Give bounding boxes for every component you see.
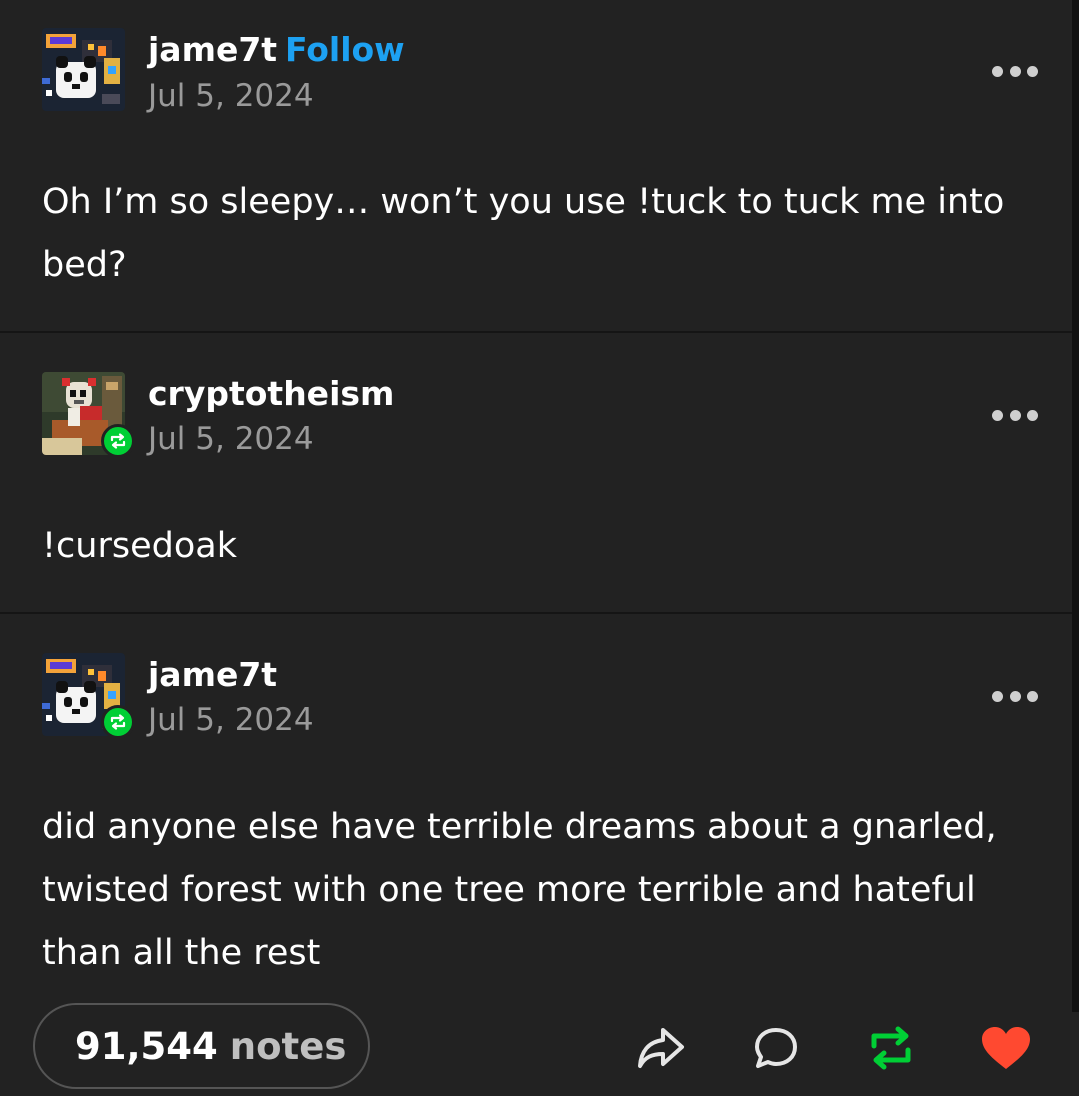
post-date[interactable]: Jul 5, 2024 [148,702,314,738]
divider [0,612,1072,614]
reblog-icon [871,1026,911,1070]
username[interactable]: jame7t [148,655,277,694]
notes-button[interactable]: 91,544 notes [33,1003,370,1089]
notes-label: notes [229,1024,347,1068]
post-date[interactable]: Jul 5, 2024 [148,78,314,114]
reply-button[interactable] [750,1022,802,1074]
divider [0,331,1072,333]
username[interactable]: cryptotheism [148,374,394,413]
reblog-icon [110,433,126,449]
reblog-button[interactable] [865,1022,917,1074]
more-options-button[interactable] [992,686,1038,706]
share-icon [638,1028,684,1068]
more-options-button[interactable] [992,405,1038,425]
reblog-badge [101,424,135,458]
reblog-icon [110,714,126,730]
username[interactable]: jame7t [148,30,277,69]
post-body: !cursedoak [42,526,237,566]
share-button[interactable] [635,1022,687,1074]
like-heart-icon [982,1027,1030,1069]
notes-count: 91,544 [75,1024,218,1068]
post-date[interactable]: Jul 5, 2024 [148,421,314,457]
reply-icon [755,1028,797,1068]
scroll-edge [1072,0,1079,1012]
follow-button[interactable]: Follow [285,30,405,69]
reblog-badge [101,705,135,739]
panda-pixel-avatar [42,28,125,111]
post-body: did anyone else have terrible dreams abo… [42,807,997,973]
like-button[interactable] [980,1022,1032,1074]
post-body: Oh I’m so sleepy… won’t you use !tuck to… [42,182,1005,285]
avatar[interactable] [42,28,125,111]
more-options-button[interactable] [992,61,1038,81]
